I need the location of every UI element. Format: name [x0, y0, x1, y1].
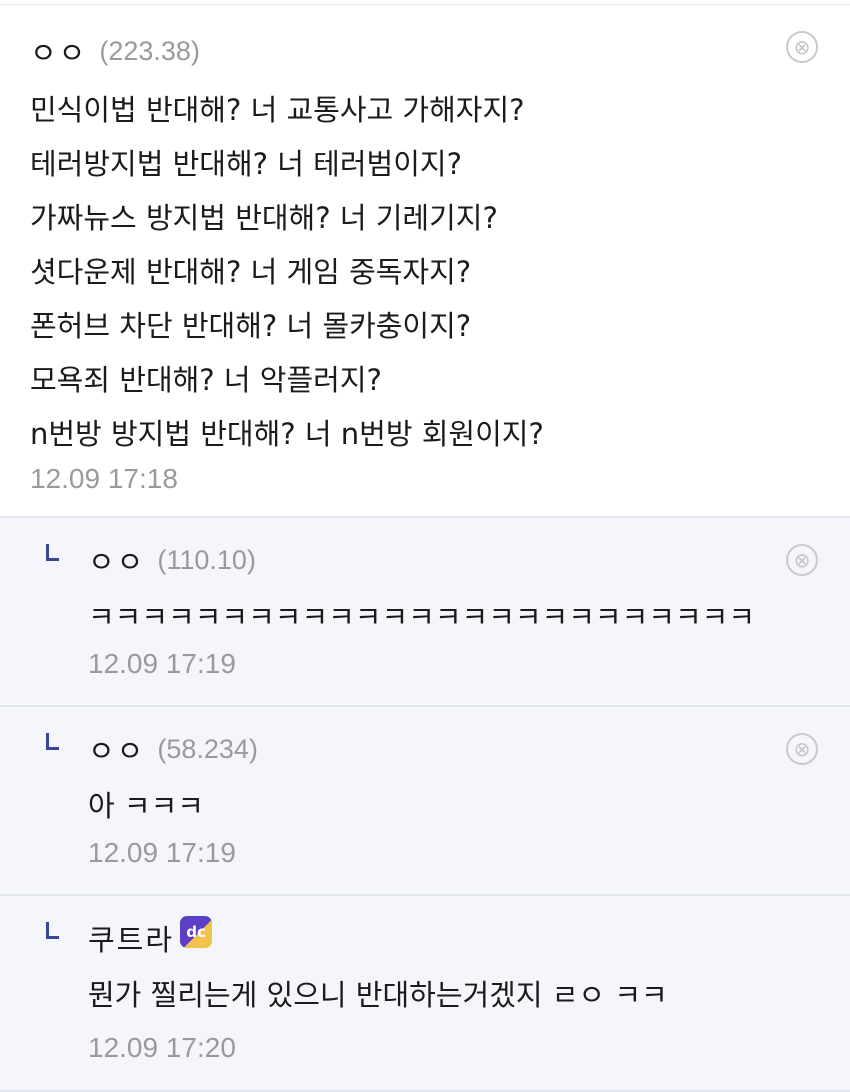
comment-author: 쿠트라 dc	[88, 916, 213, 959]
comment-timestamp: 12.09 17:18	[30, 463, 178, 494]
close-circle-icon[interactable]: ⊗	[786, 31, 818, 63]
comment-line: 테러방지법 반대해? 너 테러범이지?	[30, 147, 462, 181]
comment-line: 모욕죄 반대해? 너 악플러지?	[30, 363, 382, 397]
comment-timestamp: 12.09 17:19	[88, 648, 236, 679]
comment-line: ㅋㅋㅋㅋㅋㅋㅋㅋㅋㅋㅋㅋㅋㅋㅋㅋㅋㅋㅋㅋㅋㅋㅋㅋㅋ	[88, 600, 756, 634]
comment-line: 가짜뉴스 방지법 반대해? 너 기레기지?	[30, 201, 498, 235]
author-nickname[interactable]: ㅇㅇ	[88, 728, 145, 770]
reply-item: 쿠트라 dc 뭔가 찔리는게 있으니 반대하는거겠지 ㄹㅇ ㅋㅋ 12.09 1…	[0, 894, 850, 1092]
author-nickname[interactable]: 쿠트라	[88, 917, 174, 959]
comment-line: n번방 방지법 반대해? 너 n번방 회원이지?	[30, 417, 544, 451]
author-nickname[interactable]: ㅇㅇ	[88, 539, 145, 581]
close-circle-icon[interactable]: ⊗	[786, 544, 818, 576]
comment-line: 민식이법 반대해? 너 교통사고 가해자지?	[30, 93, 525, 127]
comment-list: ㅇㅇ (223.38) ⊗ 민식이법 반대해? 너 교통사고 가해자지? 테러방…	[0, 0, 850, 1092]
comment-author: ㅇㅇ (110.10)	[88, 540, 256, 580]
comment-line: 뭔가 찔리는게 있으니 반대하는거겠지 ㄹㅇ ㅋㅋ	[88, 978, 668, 1012]
reply-arrow-icon	[46, 733, 59, 750]
close-circle-icon[interactable]: ⊗	[786, 733, 818, 765]
reply-arrow-icon	[46, 544, 59, 561]
reply-arrow-icon	[46, 922, 59, 939]
comment-body: 민식이법 반대해? 너 교통사고 가해자지? 테러방지법 반대해? 너 테러범이…	[30, 83, 544, 461]
comment-line: 셧다운제 반대해? 너 게임 중독자지?	[30, 255, 472, 289]
comment-line: 폰허브 차단 반대해? 너 몰카충이지?	[30, 309, 472, 343]
comment-timestamp: 12.09 17:19	[88, 837, 236, 868]
comment-timestamp: 12.09 17:20	[88, 1032, 236, 1063]
comment-author: ㅇㅇ (223.38)	[30, 31, 200, 71]
author-ip: (223.38)	[99, 35, 200, 66]
comment-body: 뭔가 찔리는게 있으니 반대하는거겠지 ㄹㅇ ㅋㅋ	[88, 966, 668, 1024]
comment-body: ㅋㅋㅋㅋㅋㅋㅋㅋㅋㅋㅋㅋㅋㅋㅋㅋㅋㅋㅋㅋㅋㅋㅋㅋㅋ	[88, 588, 755, 646]
author-ip: (58.234)	[157, 733, 258, 764]
comment-item: ㅇㅇ (223.38) ⊗ 민식이법 반대해? 너 교통사고 가해자지? 테러방…	[0, 4, 850, 517]
reply-item: ㅇㅇ (110.10) ⊗ ㅋㅋㅋㅋㅋㅋㅋㅋㅋㅋㅋㅋㅋㅋㅋㅋㅋㅋㅋㅋㅋㅋㅋㅋㅋ …	[0, 516, 850, 706]
author-ip: (110.10)	[157, 544, 256, 575]
author-nickname[interactable]: ㅇㅇ	[30, 30, 87, 72]
comment-author: ㅇㅇ (58.234)	[88, 729, 258, 769]
comment-body: 아 ㅋㅋㅋ	[88, 777, 204, 835]
gallery-badge-icon: dc	[180, 916, 213, 948]
comment-line: 아 ㅋㅋㅋ	[88, 789, 204, 823]
reply-item: ㅇㅇ (58.234) ⊗ 아 ㅋㅋㅋ 12.09 17:19	[0, 705, 850, 895]
